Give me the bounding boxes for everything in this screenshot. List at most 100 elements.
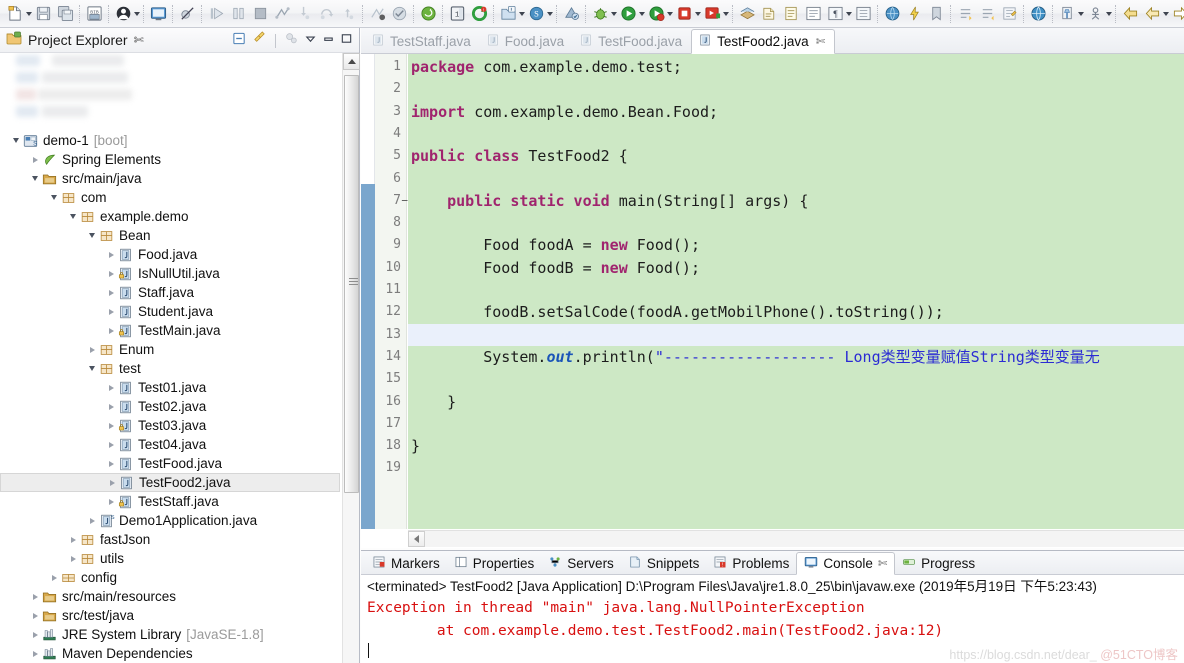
tree-twisty[interactable] <box>86 340 98 359</box>
tree-twisty[interactable] <box>29 150 41 169</box>
previous-annotation-icon[interactable] <box>976 2 998 26</box>
tree-twisty[interactable] <box>67 530 79 549</box>
tree-twisty[interactable] <box>67 549 79 568</box>
run-icon[interactable] <box>617 2 639 26</box>
tree-item[interactable]: Spring Elements <box>0 150 340 169</box>
web-browser-icon[interactable] <box>1027 2 1049 26</box>
new-package-icon[interactable] <box>852 2 874 26</box>
terminate-icon[interactable] <box>249 2 271 26</box>
code-line[interactable] <box>408 279 1184 301</box>
tree-item[interactable]: src/main/resources <box>0 587 340 606</box>
scroll-up-button[interactable] <box>343 53 360 70</box>
tree-item[interactable]: test <box>0 359 340 378</box>
last-edit-location-icon[interactable] <box>998 2 1020 26</box>
tree-item[interactable]: Maven Dependencies <box>0 644 340 663</box>
minimize-view-icon[interactable] <box>322 32 335 50</box>
forward-navigate-icon[interactable] <box>1169 2 1184 26</box>
suspend-icon[interactable] <box>227 2 249 26</box>
code-line[interactable]: public static void main(String[] args) { <box>408 190 1184 212</box>
new-java-project-icon[interactable] <box>497 2 519 26</box>
editor-tab[interactable]: TestFood2.java ✄ <box>691 29 835 54</box>
tree-item[interactable]: Staff.java <box>0 283 340 302</box>
step-over-icon[interactable] <box>315 2 337 26</box>
run-external-tools-icon[interactable] <box>701 2 723 26</box>
new-wizard-icon[interactable] <box>4 2 26 26</box>
view-menu-icon[interactable] <box>304 32 317 50</box>
tree-twisty[interactable] <box>106 473 118 492</box>
tree-twisty[interactable] <box>86 226 98 245</box>
code-line[interactable] <box>408 323 1184 346</box>
tree-item[interactable]: config <box>0 568 340 587</box>
tree-item[interactable]: TestFood.java <box>0 454 340 473</box>
open-type-icon[interactable] <box>758 2 780 26</box>
save-all-icon[interactable] <box>54 2 76 26</box>
fold-toggle-icon[interactable]: − <box>401 194 408 207</box>
tree-item[interactable]: Test02.java <box>0 397 340 416</box>
tree-item[interactable]: IsNullUtil.java <box>0 264 340 283</box>
tree-twisty[interactable] <box>86 359 98 378</box>
close-tab-icon[interactable]: ✄ <box>878 557 887 570</box>
coverage-session-icon[interactable] <box>388 2 410 26</box>
code-line[interactable]: System.out.println("------------------- … <box>408 346 1184 368</box>
tree-item[interactable]: com <box>0 188 340 207</box>
open-perspective-icon[interactable] <box>736 2 758 26</box>
tree-twisty[interactable] <box>29 625 41 644</box>
code-line[interactable] <box>408 368 1184 390</box>
back-navigate-icon[interactable] <box>1141 2 1163 26</box>
new-class-icon[interactable] <box>802 2 824 26</box>
run-external-tools-dropdown-arrow[interactable] <box>723 3 729 25</box>
new-annotation-icon[interactable]: ¶ <box>824 2 846 26</box>
tree-twisty[interactable] <box>105 435 117 454</box>
tree-twisty[interactable] <box>48 568 60 587</box>
maximize-view-icon[interactable] <box>340 32 353 50</box>
toggle-breakpoint-icon[interactable]: 1 <box>446 2 468 26</box>
bottom-tab[interactable]: ! Problems <box>706 552 796 574</box>
tree-item[interactable]: TestFood2.java <box>0 473 340 492</box>
tree-item[interactable]: Food.java <box>0 245 340 264</box>
debug-icon[interactable] <box>589 2 611 26</box>
bottom-tab[interactable]: Servers <box>541 552 621 574</box>
coverage-run-icon[interactable] <box>645 2 667 26</box>
code-line[interactable]: public class TestFood2 { <box>408 145 1184 167</box>
resume-icon[interactable] <box>205 2 227 26</box>
code-text-area[interactable]: package com.example.demo.test; import com… <box>408 54 1184 529</box>
tree-twisty[interactable] <box>105 245 117 264</box>
code-line[interactable] <box>408 457 1184 479</box>
editor-horizontal-scrollbar[interactable] <box>408 530 1184 547</box>
tree-item[interactable]: S Demo1Application.java <box>0 511 340 530</box>
code-line[interactable]: } <box>408 435 1184 457</box>
code-line[interactable] <box>408 168 1184 190</box>
code-line[interactable] <box>408 212 1184 234</box>
open-task-icon[interactable] <box>780 2 802 26</box>
tree-item[interactable]: src/main/java <box>0 169 340 188</box>
tree-item[interactable]: JRE System Library [JavaSE-1.8] <box>0 625 340 644</box>
coverage-icon[interactable] <box>366 2 388 26</box>
back-history-icon[interactable] <box>1119 2 1141 26</box>
lightning-icon[interactable] <box>903 2 925 26</box>
editor-tab[interactable]: Food.java <box>480 29 573 53</box>
bottom-tab[interactable]: Properties <box>447 552 542 574</box>
editor-tab[interactable]: TestFood.java <box>573 29 691 53</box>
tree-item[interactable]: example.demo <box>0 207 340 226</box>
tree-twisty[interactable] <box>86 511 98 530</box>
code-line[interactable] <box>408 123 1184 145</box>
tree-twisty[interactable] <box>10 131 22 150</box>
scrollbar-thumb[interactable] <box>344 75 359 493</box>
tree-item[interactable]: Bean <box>0 226 340 245</box>
tree-item[interactable]: Test01.java <box>0 378 340 397</box>
tree-item[interactable]: src/test/java <box>0 606 340 625</box>
new-spring-project-icon[interactable]: S <box>525 2 547 26</box>
tree-twisty[interactable] <box>29 644 41 663</box>
code-line[interactable]: } <box>408 391 1184 413</box>
restart-icon[interactable]: ! <box>468 2 490 26</box>
tree-twisty[interactable] <box>48 188 60 207</box>
skip-breakpoints-icon[interactable] <box>176 2 198 26</box>
tree-item[interactable]: Test03.java <box>0 416 340 435</box>
disconnect-icon[interactable] <box>271 2 293 26</box>
bookmark-icon[interactable] <box>925 2 947 26</box>
code-line[interactable]: foodB.setSalCode(foodA.getMobilPhone().t… <box>408 301 1184 323</box>
tree-twisty[interactable] <box>105 454 117 473</box>
code-line[interactable] <box>408 78 1184 100</box>
tree-twisty[interactable] <box>105 378 117 397</box>
link-with-editor-icon[interactable] <box>252 31 267 51</box>
